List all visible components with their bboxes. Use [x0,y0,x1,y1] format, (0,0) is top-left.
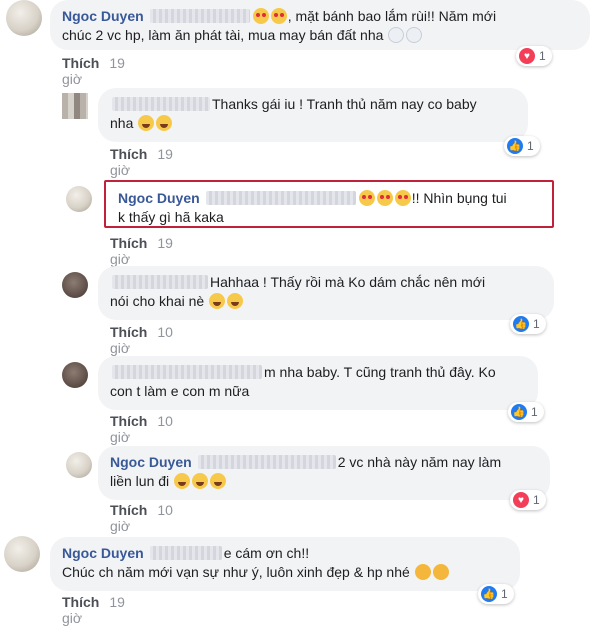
tongue-emoji-icon [138,115,155,131]
reaction-count[interactable]: 👍 1 [504,136,540,156]
redacted-text [149,9,250,23]
smiling-emoji-icon [388,27,405,43]
comment-bubble: m nha baby. T cũng tranh thủ đây. Ko con… [98,356,538,410]
reaction-count-value: 1 [501,587,508,601]
avatar[interactable] [6,0,42,36]
comment-text: m nha baby. T cũng tranh thủ đây. Ko [264,364,496,380]
reaction-count[interactable]: ♥ 1 [510,490,546,510]
avatar[interactable] [62,272,88,298]
redacted-name [112,97,210,111]
comment-text-line2: Chúc ch năm mới vạn sự như ý, luôn xinh … [62,564,410,580]
reaction-count[interactable]: ♥ 1 [516,46,552,66]
comment-bubble: Hahhaa ! Thấy rồi mà Ko dám chắc nên mới… [98,266,554,320]
redacted-text [205,191,356,205]
comment-meta: Thích 10 giờ [110,502,173,534]
avatar[interactable] [62,362,88,388]
redacted-name [112,365,262,379]
like-link[interactable]: Thích [110,324,147,340]
like-link[interactable]: Thích [110,235,147,251]
reaction-count[interactable]: 👍 1 [510,314,546,334]
comment-meta: Thích 19 giờ [62,594,125,626]
reaction-count-value: 1 [527,139,534,153]
comment-text-line2: k thấy gì hã kaka [118,209,224,225]
love-reaction-icon: ♥ [519,48,535,64]
reaction-count-value: 1 [533,493,540,507]
highlighted-comment-bubble: Ngoc Duyen !! Nhìn bụng tui k thấy gì hã … [104,180,554,228]
reaction-count[interactable]: 👍 1 [478,584,514,604]
like-reaction-icon: 👍 [507,138,523,154]
tongue-emoji-icon [156,115,173,131]
comment-text: !! Nhìn bụng tui [411,190,507,206]
redacted-text [149,546,222,560]
heart-eyes-emoji-icon [376,190,393,206]
comment-text: 2 vc nhà này năm nay làm [337,454,502,470]
heart-eyes-emoji-icon [252,8,269,24]
comment-meta: Thích 19 giờ [110,235,173,267]
comment-text-line2: chúc 2 vc hp, làm ăn phát tài, mua may b… [62,27,384,43]
comment-meta: Thích 19 giờ [62,55,125,87]
comment-bubble: Thanks gái iu ! Tranh thủ năm nay co bab… [98,88,528,142]
comment-text-line2: nói cho khai nè [110,293,205,309]
reaction-count[interactable]: 👍 1 [508,402,544,422]
avatar[interactable] [62,93,88,119]
comment-meta: Thích 10 giờ [110,324,173,356]
kiss-emoji-icon [414,564,431,580]
kiss-emoji-icon [432,564,449,580]
author-name[interactable]: Ngoc Duyen [118,190,200,206]
like-link[interactable]: Thích [110,146,147,162]
like-reaction-icon: 👍 [481,586,497,602]
smiling-emoji-icon [406,27,423,43]
rofl-emoji-icon [210,473,227,489]
rofl-emoji-icon [192,473,209,489]
reaction-count-value: 1 [531,405,538,419]
comment-text: , mặt bánh bao lắm rùi!! Năm mới [287,8,497,24]
avatar[interactable] [66,186,92,212]
heart-eyes-emoji-icon [394,190,411,206]
comment-text: Hahhaa ! Thấy rồi mà Ko dám chắc nên mới [210,274,486,290]
heart-eyes-emoji-icon [270,8,287,24]
author-name[interactable]: Ngoc Duyen [110,454,192,470]
heart-eyes-emoji-icon [358,190,375,206]
author-name[interactable]: Ngoc Duyen [62,8,144,24]
avatar[interactable] [66,452,92,478]
comment-text: Thanks gái iu ! Tranh thủ năm nay co bab… [212,96,477,112]
like-link[interactable]: Thích [62,55,99,71]
comment-meta: Thích 10 giờ [110,413,173,445]
reaction-count-value: 1 [539,49,546,63]
comment-bubble: Ngoc Duyen , mặt bánh bao lắm rùi!! Năm m… [50,0,590,50]
like-link[interactable]: Thích [62,594,99,610]
redacted-name [112,275,208,289]
rofl-emoji-icon [174,473,191,489]
laughing-emoji-icon [209,293,226,309]
comment-text-line2: con t làm e con m nữa [110,383,250,399]
comment-bubble: Ngoc Duyen 2 vc nhà này năm nay làm liền … [98,446,550,500]
comment-meta: Thích 19 giờ [110,146,173,178]
love-reaction-icon: ♥ [513,492,529,508]
redacted-text [197,455,336,469]
comment-text-line2: liền lun đi [110,473,170,489]
comment-text-line2: nha [110,115,134,131]
author-name[interactable]: Ngoc Duyen [62,545,144,561]
like-reaction-icon: 👍 [513,316,529,332]
laughing-emoji-icon [227,293,244,309]
reaction-count-value: 1 [533,317,540,331]
avatar[interactable] [4,536,40,572]
like-link[interactable]: Thích [110,413,147,429]
like-reaction-icon: 👍 [511,404,527,420]
like-link[interactable]: Thích [110,502,147,518]
comment-bubble: Ngoc Duyen e cám ơn ch!! Chúc ch năm mới … [50,537,520,591]
comment-text: e cám ơn ch!! [223,545,310,561]
